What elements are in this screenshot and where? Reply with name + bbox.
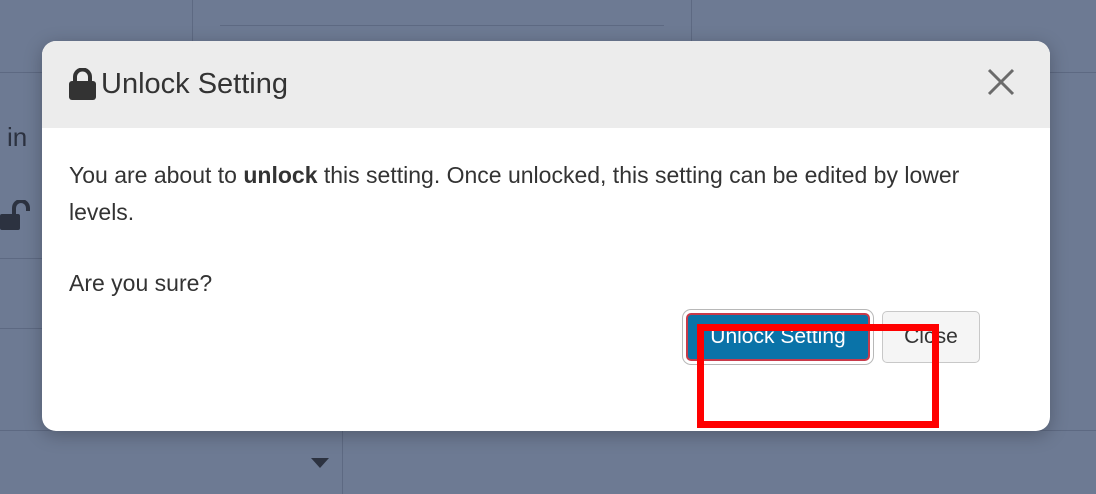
background-divider — [0, 258, 42, 259]
modal-body: You are about to unlock this setting. On… — [42, 128, 1050, 302]
background-divider — [0, 328, 42, 329]
modal-header: Unlock Setting — [42, 41, 1050, 128]
close-icon[interactable] — [986, 67, 1016, 97]
message-emphasis: unlock — [243, 162, 318, 188]
message-text: You are about to — [69, 162, 244, 188]
lock-icon — [69, 67, 96, 100]
caret-down-icon[interactable] — [311, 458, 329, 468]
unlock-icon[interactable] — [0, 200, 30, 232]
modal-title: Unlock Setting — [101, 68, 288, 100]
background-divider — [220, 25, 664, 26]
background-label: l in — [0, 122, 28, 152]
highlight-box — [697, 324, 939, 428]
background-divider — [342, 430, 343, 494]
confirmation-question: Are you sure? — [69, 270, 213, 296]
modal-message: You are about to unlock this setting. On… — [69, 157, 1023, 231]
